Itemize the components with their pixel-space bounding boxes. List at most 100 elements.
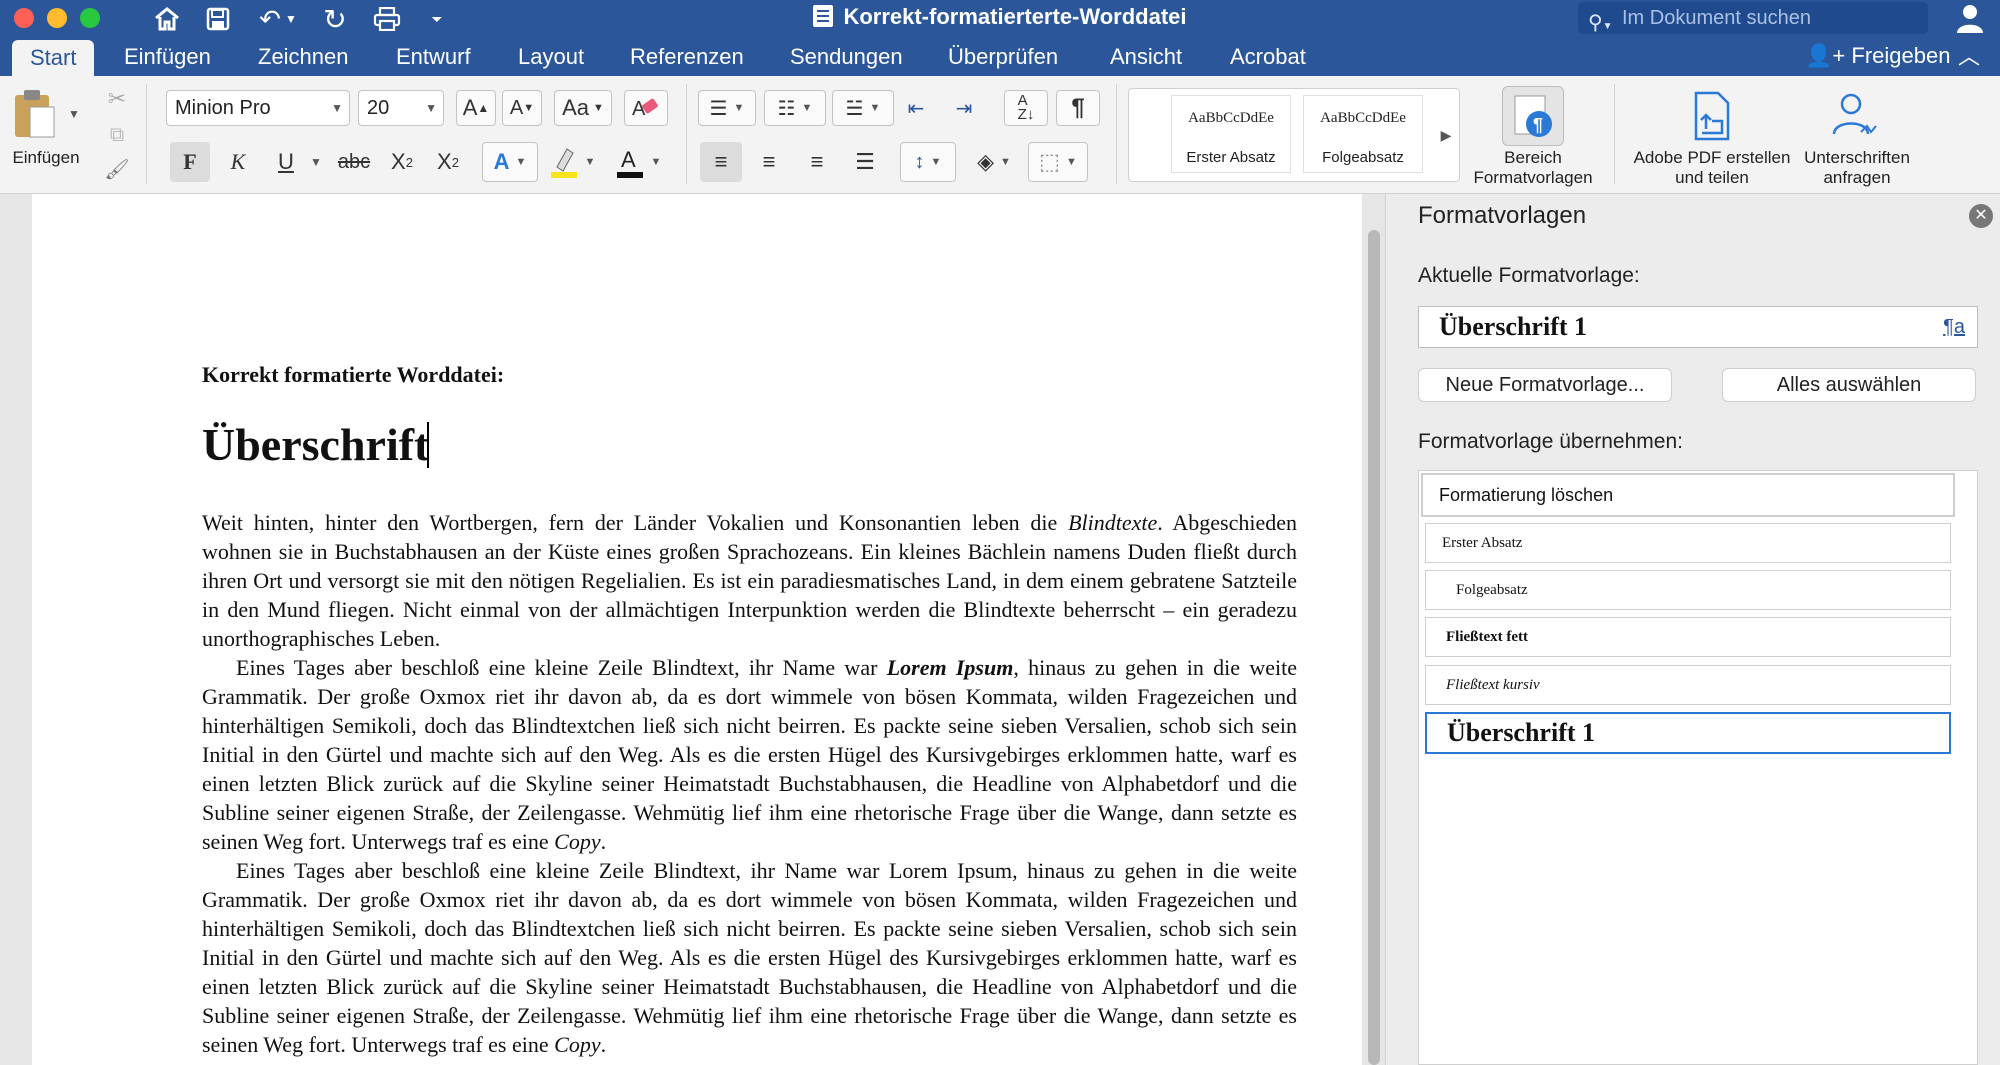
align-left-button[interactable]: ≡ <box>700 142 742 182</box>
paste-label[interactable]: Einfügen <box>6 148 86 168</box>
adobe-pdf-label[interactable]: Adobe PDF erstellen und teilen <box>1624 148 1800 188</box>
underline-options-chevron-icon[interactable]: ▼ <box>306 142 326 182</box>
tab-acrobat[interactable]: Acrobat <box>1212 38 1324 76</box>
format-painter-icon[interactable]: 🖌 <box>102 154 132 184</box>
tab-referenzen[interactable]: Referenzen <box>612 38 762 76</box>
font-size-field[interactable]: 20 ▼ <box>358 90 444 126</box>
style-item-clear-formatting[interactable]: Formatierung löschen <box>1421 473 1955 517</box>
text-run: Eines Tages aber beschloß eine kleine Ze… <box>236 655 887 680</box>
style-preview: AaBbCcDdEe <box>1188 110 1274 126</box>
document-label: Korrekt formatierte Worddatei: <box>202 362 505 387</box>
style-tile-erster-absatz[interactable]: AaBbCcDdEe Erster Absatz <box>1171 95 1291 173</box>
style-name: Erster Absatz <box>1186 149 1276 166</box>
document-title-text: Korrekt-formatierterte-Worddatei <box>843 4 1187 29</box>
tab-entwurf[interactable]: Entwurf <box>378 38 489 76</box>
style-item-folgeabsatz[interactable]: Folgeabsatz <box>1425 570 1951 610</box>
sort-icon[interactable]: A Z↓ <box>1004 90 1048 126</box>
paragraph-style-icon: ¶a <box>1943 316 1965 338</box>
current-style-field[interactable]: Überschrift 1 ¶a <box>1418 306 1978 348</box>
align-center-button[interactable]: ≡ <box>748 142 790 182</box>
tab-ansicht[interactable]: Ansicht <box>1092 38 1200 76</box>
paste-options-chevron-icon[interactable]: ▼ <box>66 104 82 124</box>
tab-einfuegen[interactable]: Einfügen <box>106 38 229 76</box>
superscript-button[interactable]: X2 <box>428 142 468 182</box>
clear-formatting-icon[interactable]: A <box>624 90 668 126</box>
tab-ueberpruefen[interactable]: Überprüfen <box>930 38 1076 76</box>
paste-icon[interactable] <box>12 86 56 142</box>
grow-font-icon[interactable]: A ▲ <box>456 90 496 126</box>
bold-italic-run: Lorem Ipsum <box>886 655 1014 680</box>
subscript-button[interactable]: X2 <box>382 142 422 182</box>
text-cursor <box>427 422 430 468</box>
numbering-icon[interactable]: ☷ ▼ <box>764 90 826 126</box>
tab-layout[interactable]: Layout <box>500 38 602 76</box>
underline-button[interactable]: U <box>266 142 306 182</box>
decrease-indent-icon[interactable]: ⇤ <box>896 90 936 126</box>
select-all-button[interactable]: Alles auswählen <box>1722 368 1976 402</box>
style-item-ueberschrift-1[interactable]: Überschrift 1 <box>1425 712 1951 754</box>
italic-run: Copy <box>554 1032 601 1057</box>
gallery-next-icon[interactable]: ▶ <box>1434 120 1458 150</box>
bold-button[interactable]: F <box>170 142 210 182</box>
change-case-icon[interactable]: Aa ▼ <box>554 90 612 126</box>
style-list: Formatierung löschen Erster Absatz Folge… <box>1418 470 1978 1065</box>
text-effects-icon[interactable]: A ▼ <box>482 142 538 182</box>
tab-start[interactable]: Start <box>12 40 95 76</box>
strikethrough-button[interactable]: abc <box>332 142 376 182</box>
font-color-icon[interactable]: A ▼ <box>606 142 670 182</box>
style-tile-folgeabsatz[interactable]: AaBbCcDdEe Folgeabsatz <box>1303 95 1423 173</box>
text-run: . <box>600 829 607 854</box>
tab-sendungen[interactable]: Sendungen <box>772 38 921 76</box>
italic-run: Blindtexte <box>1068 510 1158 535</box>
collapse-ribbon-icon[interactable]: ︿ <box>1958 38 1980 76</box>
chevron-down-icon: ▼ <box>331 101 343 115</box>
pane-title: Formatvorlagen <box>1418 202 1587 229</box>
paragraph: Eines Tages aber beschloß eine kleine Ze… <box>202 856 1297 1059</box>
multilevel-list-icon[interactable]: ☱ ▼ <box>832 90 894 126</box>
styles-pane-icon[interactable]: ¶ <box>1502 86 1564 146</box>
style-item-erster-absatz[interactable]: Erster Absatz <box>1425 523 1951 563</box>
cut-icon[interactable]: ✂ <box>102 84 132 114</box>
share-button[interactable]: 👤+ Freigeben <box>1805 38 1950 76</box>
line-spacing-icon[interactable]: ↕ ▼ <box>900 142 956 182</box>
highlight-color-icon[interactable]: ▼ <box>544 142 600 182</box>
adobe-pdf-share-icon[interactable] <box>1690 90 1734 142</box>
chevron-down-icon: ▼ <box>425 101 437 115</box>
title-bar: ↶ ▼ ↻ ⏷ Korrekt-formatierterte-Worddatei … <box>0 0 2000 38</box>
text-run: . <box>600 1032 607 1057</box>
borders-icon[interactable]: ⬚ ▼ <box>1028 142 1088 182</box>
italic-button[interactable]: K <box>218 142 258 182</box>
heading-text: Überschrift <box>202 419 430 470</box>
shading-icon[interactable]: ◈ ▼ <box>966 142 1022 182</box>
increase-indent-icon[interactable]: ⇥ <box>944 90 984 126</box>
justify-button[interactable]: ☰ <box>844 142 886 182</box>
request-signatures-icon[interactable] <box>1830 90 1884 142</box>
style-name: Folgeabsatz <box>1322 149 1404 166</box>
ribbon-tabs: Start Einfügen Zeichnen Entwurf Layout R… <box>0 38 2000 76</box>
document-body: Weit hinten, hinter den Wortbergen, fern… <box>202 508 1297 1059</box>
show-formatting-marks-icon[interactable]: ¶ <box>1056 90 1100 126</box>
request-signatures-label[interactable]: Unterschriften anfragen <box>1790 148 1924 188</box>
styles-gallery: AaBbCcDdEe Erster Absatz AaBbCcDdEe Folg… <box>1128 88 1460 182</box>
shrink-font-icon[interactable]: A ▼ <box>502 90 542 126</box>
paragraph: Weit hinten, hinter den Wortbergen, fern… <box>202 508 1297 653</box>
search-input[interactable]: ⚲▼ Im Dokument suchen <box>1578 2 1928 34</box>
bullets-icon[interactable]: ☰ ▼ <box>698 90 756 126</box>
text-run: , hinaus zu gehen in die weite Grammatik… <box>202 655 1297 854</box>
tab-zeichnen[interactable]: Zeichnen <box>240 38 367 76</box>
apply-style-label: Formatvorlage übernehmen: <box>1418 430 1683 453</box>
document-scrollbar[interactable] <box>1368 230 1380 1065</box>
svg-text:¶: ¶ <box>1533 115 1543 135</box>
close-icon[interactable]: ✕ <box>1969 204 1993 228</box>
font-name-value: Minion Pro <box>175 97 271 119</box>
style-item-fliesstext-fett[interactable]: Fließtext fett <box>1425 617 1951 657</box>
font-name-field[interactable]: Minion Pro ▼ <box>166 90 350 126</box>
user-account-icon[interactable] <box>1955 2 1989 36</box>
new-style-button[interactable]: Neue Formatvorlage... <box>1418 368 1672 402</box>
svg-text:A: A <box>621 147 636 172</box>
style-item-fliesstext-kursiv[interactable]: Fließtext kursiv <box>1425 665 1951 705</box>
align-right-button[interactable]: ≡ <box>796 142 838 182</box>
styles-pane-label[interactable]: Bereich Formatvorlagen <box>1460 148 1606 188</box>
paragraph: Eines Tages aber beschloß eine kleine Ze… <box>202 653 1297 856</box>
copy-icon[interactable]: ⧉ <box>102 120 132 150</box>
